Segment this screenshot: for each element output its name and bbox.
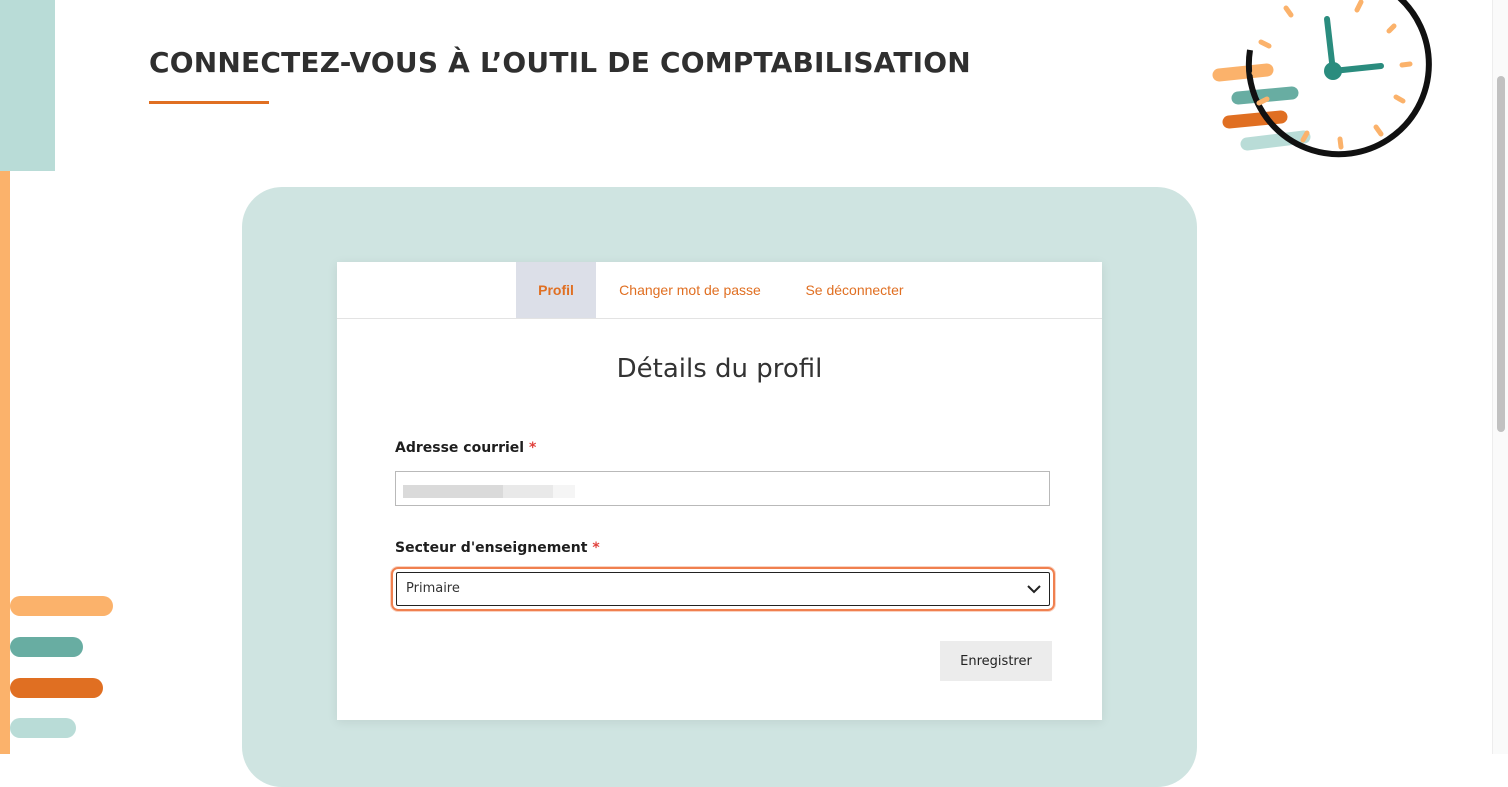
profile-heading: Détails du profil — [616, 354, 823, 384]
email-label-text: Adresse courriel — [395, 440, 525, 456]
brush-stroke-dark-orange — [10, 678, 103, 698]
sector-label: Secteur d'enseignement * — [395, 540, 600, 556]
save-button[interactable]: Enregistrer — [940, 641, 1052, 681]
tab-bar: Profil Changer mot de passe Se déconnect… — [337, 262, 1102, 319]
redacted-email-value-tail — [503, 485, 553, 498]
sector-select[interactable]: Primaire — [396, 572, 1050, 606]
clock-icon — [1212, 0, 1432, 158]
brush-stroke-light-teal — [10, 718, 76, 738]
tab-changer-mot-de-passe[interactable]: Changer mot de passe — [610, 262, 770, 318]
brush-stroke-orange — [10, 596, 113, 616]
tab-profil[interactable]: Profil — [516, 262, 596, 318]
sector-select-value: Primaire — [406, 581, 460, 596]
left-orange-bar — [0, 171, 10, 754]
clock-center — [1324, 62, 1342, 80]
tab-se-deconnecter[interactable]: Se déconnecter — [792, 262, 917, 318]
email-label: Adresse courriel * — [395, 440, 536, 456]
title-underline — [149, 101, 269, 104]
email-field[interactable] — [395, 471, 1050, 506]
sector-select-focus-ring: Primaire — [391, 567, 1055, 611]
sector-label-text: Secteur d'enseignement — [395, 540, 588, 556]
required-asterisk: * — [592, 540, 600, 556]
brush-stroke-teal — [10, 637, 83, 657]
chevron-down-icon — [1027, 585, 1041, 594]
redacted-email-value — [403, 485, 503, 498]
required-asterisk: * — [528, 440, 537, 456]
scrollbar-thumb[interactable] — [1497, 76, 1505, 432]
profile-card: Profil Changer mot de passe Se déconnect… — [337, 262, 1102, 720]
left-teal-decoration — [0, 0, 55, 171]
page-title: CONNECTEZ-VOUS À L’OUTIL DE COMPTABILISA… — [149, 46, 971, 79]
redacted-email-value-fade — [553, 485, 575, 498]
